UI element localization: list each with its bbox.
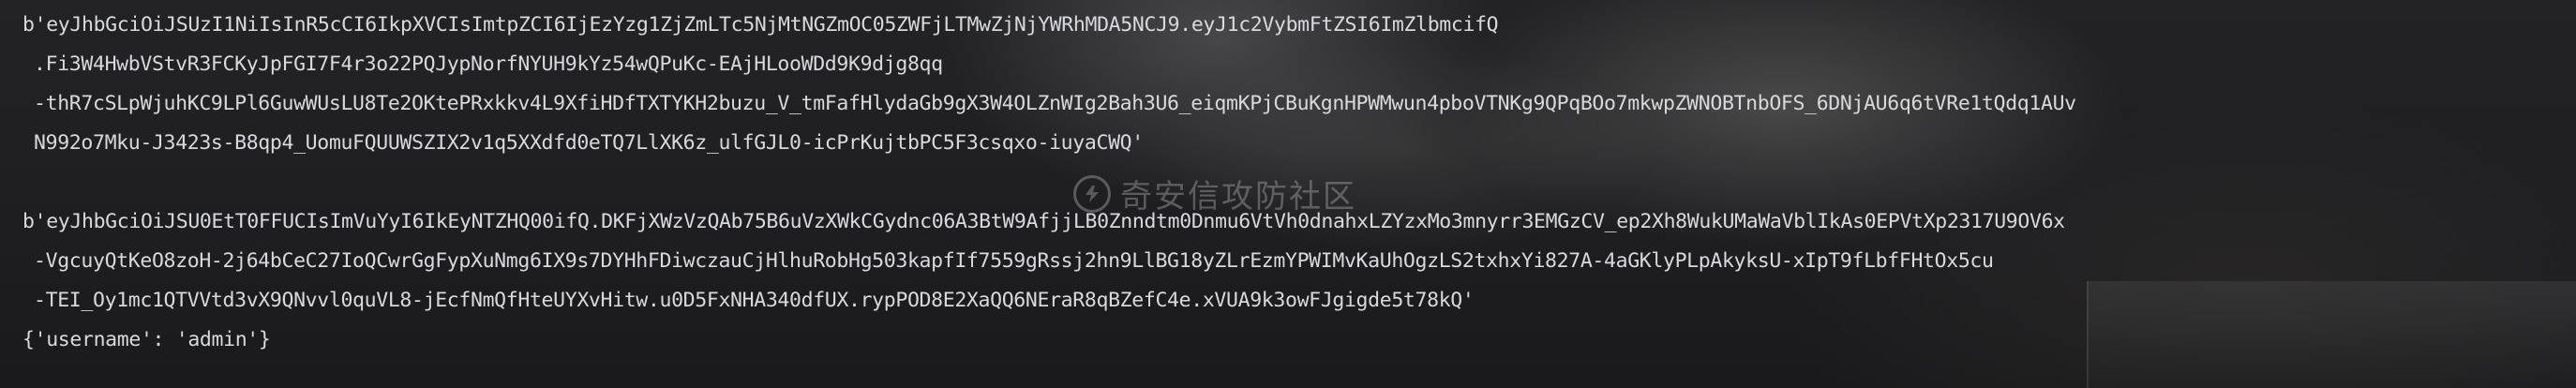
output-line-jws-token-part-3: -thR7cSLpWjuhKC9LPl6GuwWUsLU8Te2OKtePRxk… [34,92,2076,115]
output-line-jws-token-part-4: N992o7Mku-J3423s-B8qp4_UomuFQUUWSZIX2v1q… [34,131,1144,155]
watermark-text: 奇安信攻防社区 [1120,178,1356,216]
output-line-jws-token-part-1: b'eyJhbGciOiJSUzI1NiIsInR5cCI6IkpXVCIsIm… [22,13,1499,37]
output-line-jwe-token-part-3: -TEI_Oy1mc1QTVVtd3vX9QNvvl0quVL8-jEcfNmQ… [34,289,1475,312]
watermark: 奇安信攻防社区 [1073,171,1356,216]
output-line-jwe-token-part-2: -VgcuyQtKeO8zoH-2j64bCeC27IoQCwrGgFypXuN… [34,249,1994,273]
output-line-jws-token-part-2: .Fi3W4HwbVStvR3FCKyJpFGI7F4r3o22PQJypNor… [34,52,943,76]
shield-logo-icon [1073,174,1111,213]
output-line-decoded-payload: {'username': 'admin'} [22,328,271,351]
